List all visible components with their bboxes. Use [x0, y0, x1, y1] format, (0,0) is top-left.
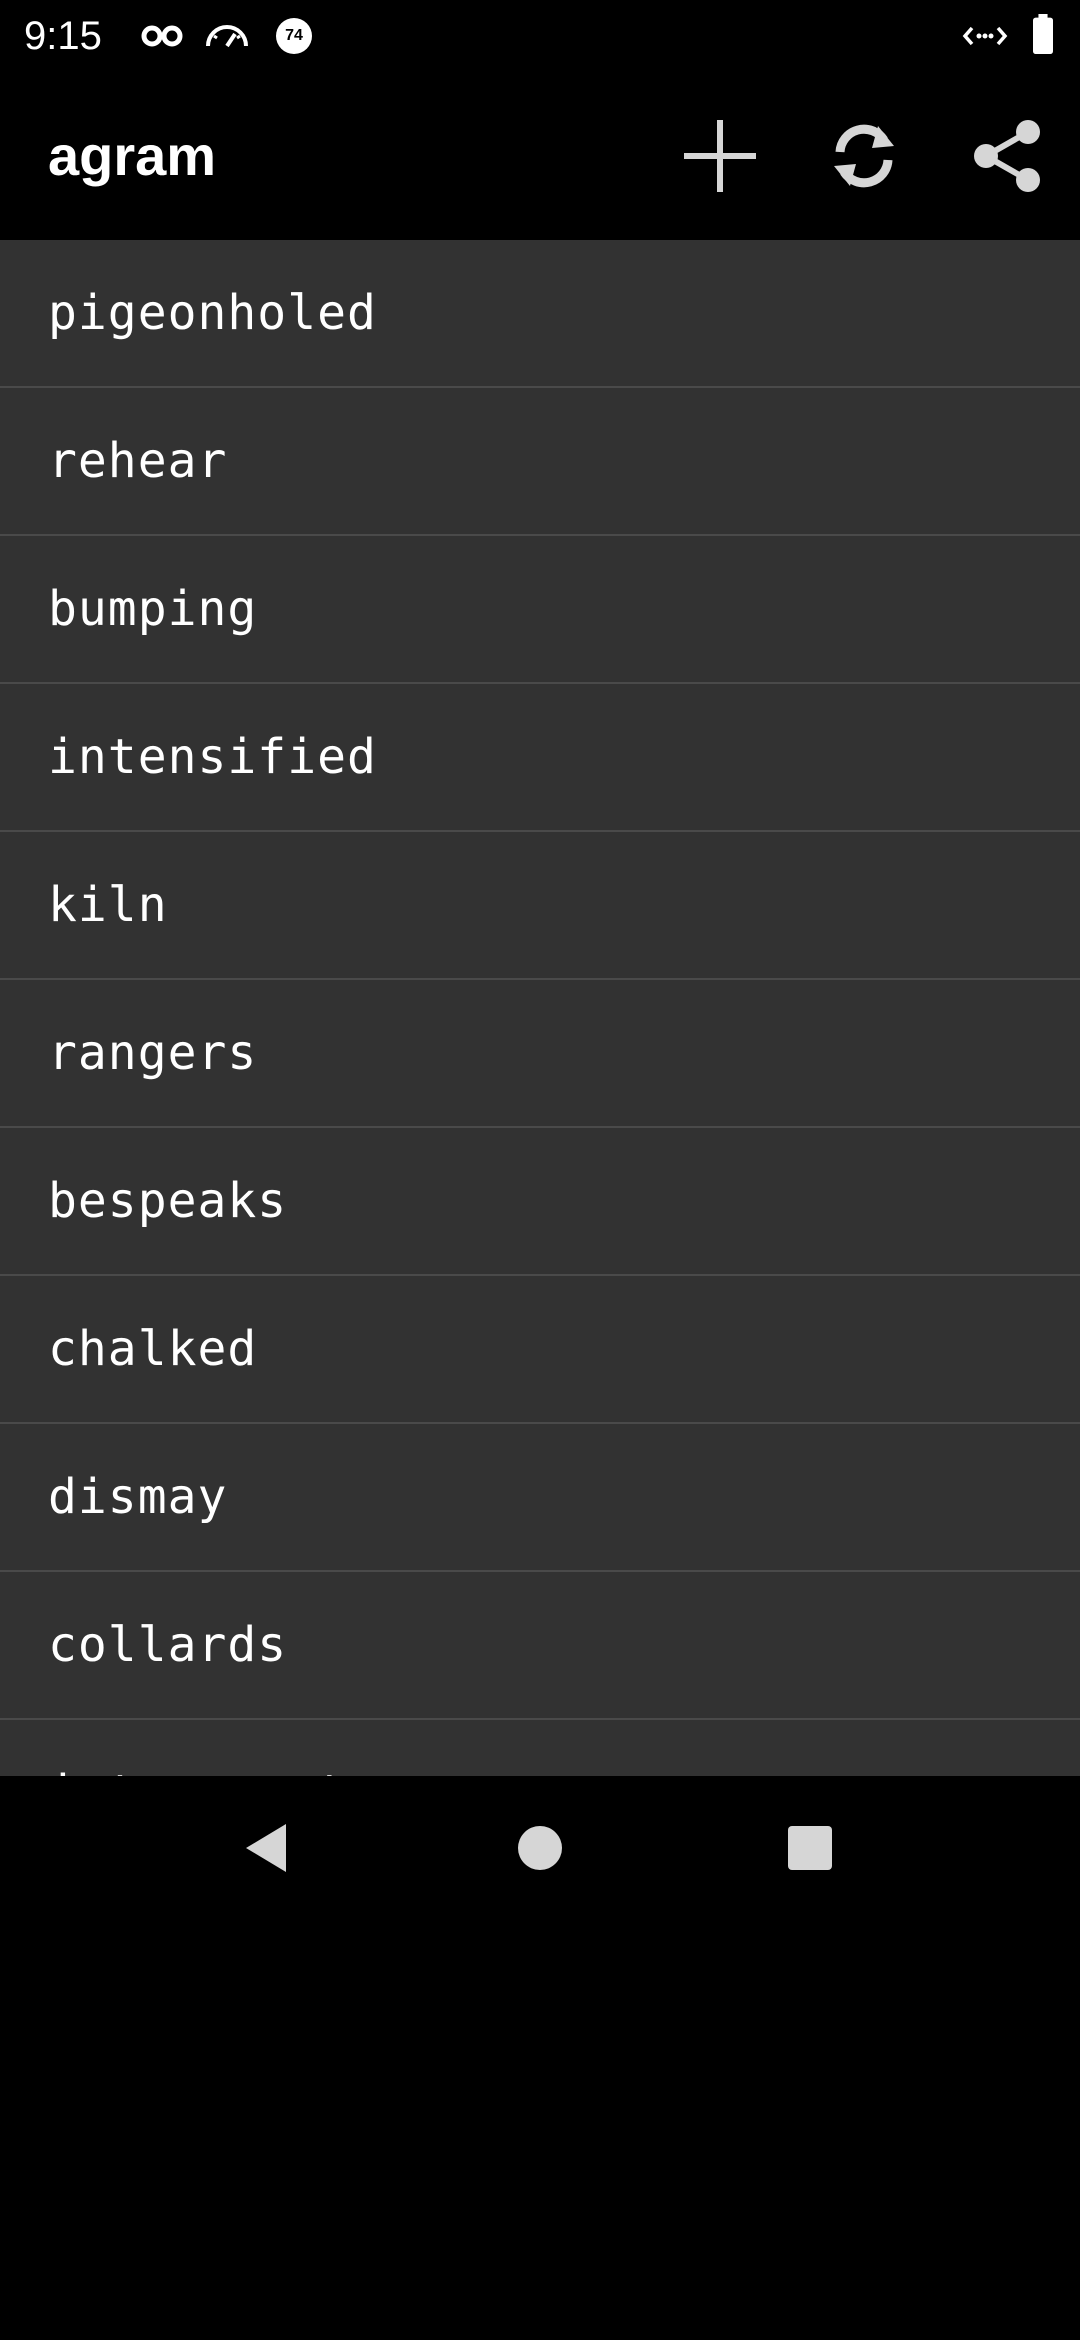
recents-icon — [788, 1826, 832, 1870]
recents-button[interactable] — [762, 1800, 858, 1896]
speedometer-icon — [206, 25, 248, 48]
app-bar: agram — [0, 72, 1080, 240]
list-item[interactable]: kiln — [0, 832, 1080, 980]
word-label: collards — [48, 1617, 288, 1673]
word-label: intensified — [48, 729, 377, 785]
word-label: kiln — [48, 877, 168, 933]
add-icon — [684, 120, 756, 192]
list-item[interactable]: rangers — [0, 980, 1080, 1128]
badge-text: 74 — [285, 27, 303, 44]
back-button[interactable] — [220, 1800, 316, 1896]
list-item[interactable]: interrogates — [0, 1720, 1080, 1776]
add-button[interactable] — [672, 108, 768, 204]
word-label: bespeaks — [48, 1173, 288, 1229]
app-title: agram — [48, 124, 217, 187]
back-icon — [246, 1824, 286, 1872]
home-button[interactable] — [492, 1800, 588, 1896]
share-button[interactable] — [960, 108, 1056, 204]
word-label: dismay — [48, 1469, 228, 1525]
list-item[interactable]: collards — [0, 1572, 1080, 1720]
status-time: 9:15 — [24, 14, 102, 58]
refresh-button[interactable] — [816, 108, 912, 204]
list-item[interactable]: intensified — [0, 684, 1080, 832]
list-item[interactable]: bumping — [0, 536, 1080, 684]
list-item[interactable]: pigeonholed — [0, 240, 1080, 388]
refresh-icon — [834, 124, 894, 188]
notification-badge-icon: 74 — [276, 18, 312, 54]
share-icon — [974, 120, 1040, 192]
home-icon — [518, 1826, 562, 1870]
incognito-icon — [141, 25, 183, 47]
word-label: interrogates — [48, 1765, 407, 1776]
word-label: rehear — [48, 433, 228, 489]
word-list[interactable]: pigeonholed rehear bumping intensified k… — [0, 240, 1080, 1776]
navigation-bar — [0, 1776, 1080, 1920]
battery-icon — [1033, 14, 1053, 54]
list-item[interactable]: bespeaks — [0, 1128, 1080, 1276]
word-label: bumping — [48, 581, 258, 637]
word-label: pigeonholed — [48, 285, 377, 341]
data-sync-icon — [962, 26, 1008, 46]
list-item[interactable]: rehear — [0, 388, 1080, 536]
empty-screen-area — [0, 1920, 1080, 2340]
list-item[interactable]: chalked — [0, 1276, 1080, 1424]
word-label: chalked — [48, 1321, 258, 1377]
word-label: rangers — [48, 1025, 258, 1081]
list-item[interactable]: dismay — [0, 1424, 1080, 1572]
status-bar: 9:15 74 — [0, 0, 1080, 72]
